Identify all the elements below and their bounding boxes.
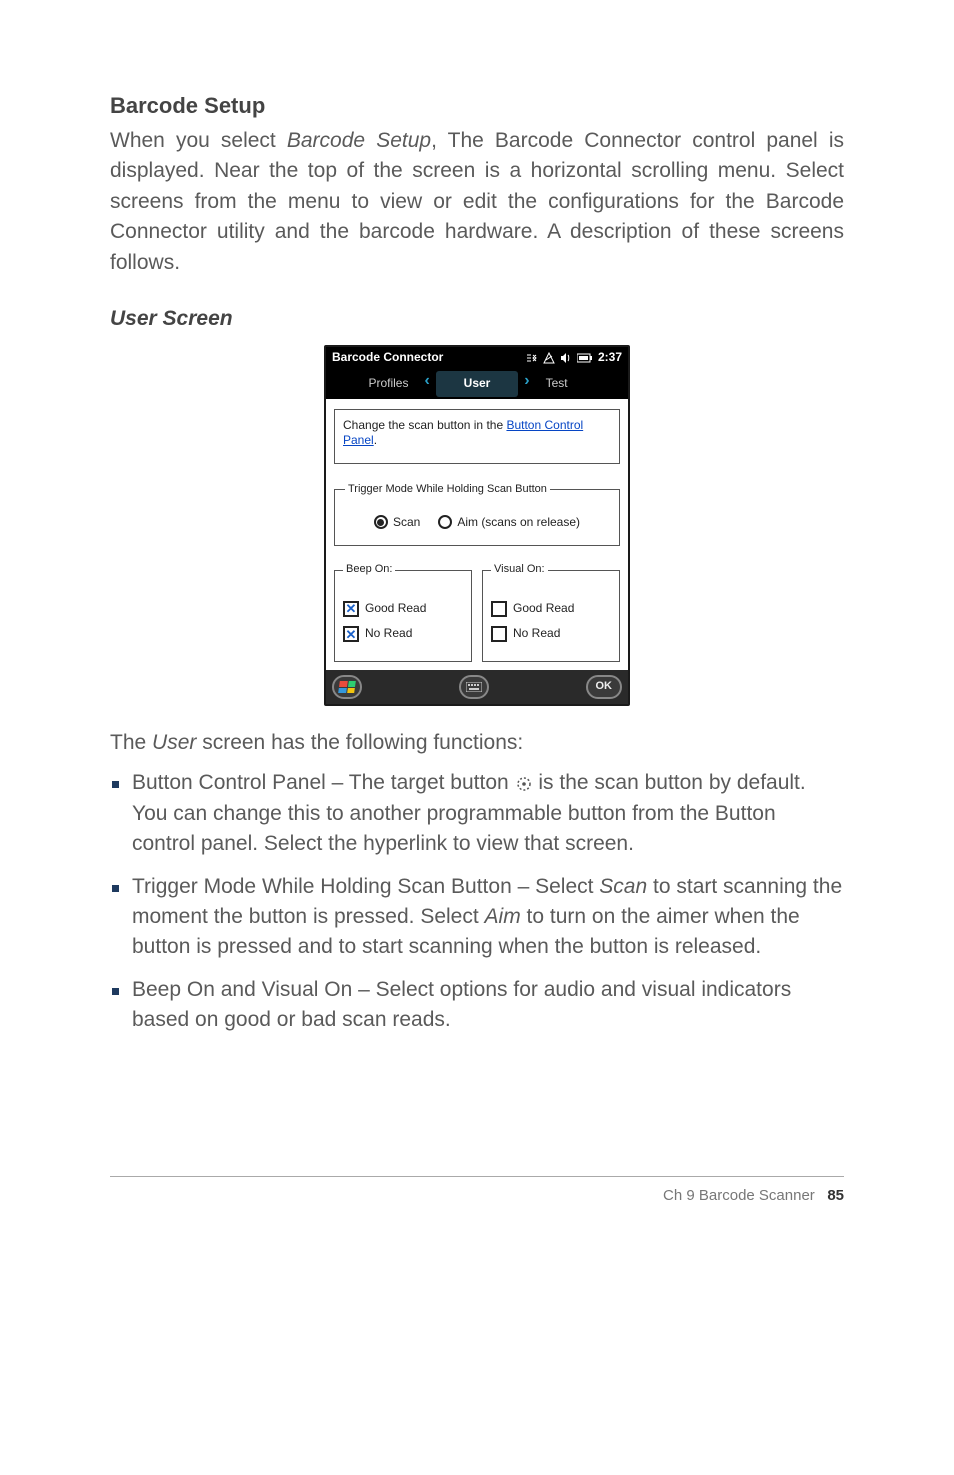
- follow-para: The User screen has the following functi…: [110, 728, 844, 758]
- visual-no-read-label: No Read: [513, 625, 560, 642]
- bullet-list: Button Control Panel – The target button…: [110, 768, 844, 1036]
- visual-on-group: Visual On: Good Read No Read: [482, 562, 620, 662]
- beep-good-read-checkbox[interactable]: ✕ Good Read: [343, 600, 463, 617]
- chevron-right-icon[interactable]: ›: [518, 369, 535, 399]
- follow-italic: User: [152, 731, 196, 754]
- ok-button[interactable]: OK: [586, 675, 623, 699]
- checkbox-checked-icon: ✕: [343, 626, 359, 642]
- visual-no-read-checkbox[interactable]: No Read: [491, 625, 611, 642]
- beep-no-read-label: No Read: [365, 625, 412, 642]
- checkbox-unchecked-icon: [491, 626, 507, 642]
- checkbox-unchecked-icon: [491, 601, 507, 617]
- windows-icon: [338, 681, 356, 693]
- b2-aim: Aim: [485, 905, 521, 928]
- device-body: Change the scan button in the Button Con…: [326, 399, 628, 670]
- radio-aim[interactable]: Aim (scans on release): [438, 514, 580, 531]
- bullet-button-control-panel: Button Control Panel – The target button…: [132, 768, 844, 859]
- trigger-mode-legend: Trigger Mode While Holding Scan Button: [345, 482, 550, 498]
- beep-no-read-checkbox[interactable]: ✕ No Read: [343, 625, 463, 642]
- footer-chapter: Ch 9 Barcode Scanner: [663, 1187, 815, 1204]
- b2-scan: Scan: [599, 875, 647, 898]
- clock-text: 2:37: [598, 349, 622, 366]
- b2-prefix: Trigger Mode While Holding Scan Button –…: [132, 875, 599, 898]
- task-bar: OK: [326, 670, 628, 704]
- radio-scan[interactable]: Scan: [374, 514, 420, 531]
- beep-good-read-label: Good Read: [365, 600, 426, 617]
- beep-on-legend: Beep On:: [343, 562, 395, 578]
- follow-prefix: The: [110, 731, 152, 754]
- intro-italic: Barcode Setup: [287, 129, 431, 152]
- keyboard-icon: [466, 682, 482, 692]
- title-bar: Barcode Connector 2:37: [326, 347, 628, 369]
- intro-para: When you select Barcode Setup, The Barco…: [110, 126, 844, 278]
- nav-profiles[interactable]: Profiles: [326, 369, 418, 399]
- intro-pre: When you select: [110, 129, 287, 152]
- volume-icon: [560, 352, 572, 364]
- subsection-heading: User Screen: [110, 304, 844, 334]
- radio-aim-label: Aim (scans on release): [457, 514, 580, 531]
- footer-page: 85: [827, 1187, 844, 1204]
- visual-on-legend: Visual On:: [491, 562, 548, 578]
- start-button[interactable]: [332, 675, 362, 699]
- page-footer: Ch 9 Barcode Scanner 85: [110, 1176, 844, 1207]
- app-title: Barcode Connector: [332, 349, 443, 366]
- nav-test-label: Test: [546, 375, 568, 392]
- radio-unselected-icon: [438, 515, 452, 529]
- bullet-trigger-mode: Trigger Mode While Holding Scan Button –…: [132, 872, 844, 963]
- radio-scan-label: Scan: [393, 514, 420, 531]
- follow-suffix: screen has the following functions:: [196, 731, 523, 754]
- keyboard-button[interactable]: [459, 675, 489, 699]
- info-text-prefix: Change the scan button in the: [343, 418, 506, 432]
- chevron-left-icon[interactable]: ‹: [418, 369, 435, 399]
- info-box: Change the scan button in the Button Con…: [334, 409, 620, 464]
- battery-icon: [577, 353, 593, 363]
- radio-selected-icon: [374, 515, 388, 529]
- target-icon: [515, 775, 533, 793]
- b1-prefix: Button Control Panel – The target button: [132, 771, 515, 794]
- section-heading: Barcode Setup: [110, 90, 844, 122]
- beep-on-group: Beep On: ✕ Good Read ✕ No Read: [334, 562, 472, 662]
- bullet-beep-visual: Beep On and Visual On – Select options f…: [132, 975, 844, 1036]
- device-screenshot: Barcode Connector 2:37 Profil: [110, 345, 844, 706]
- nav-test[interactable]: Test: [536, 369, 628, 399]
- info-text-suffix: .: [374, 433, 377, 447]
- checkbox-checked-icon: ✕: [343, 601, 359, 617]
- trigger-mode-group: Trigger Mode While Holding Scan Button S…: [334, 482, 620, 546]
- status-icons: 2:37: [526, 349, 622, 366]
- nav-user[interactable]: User: [436, 371, 518, 397]
- visual-good-read-label: Good Read: [513, 600, 574, 617]
- visual-good-read-checkbox[interactable]: Good Read: [491, 600, 611, 617]
- nav-profiles-label: Profiles: [368, 375, 408, 392]
- nav-bar: Profiles ‹ User › Test: [326, 369, 628, 399]
- device-frame: Barcode Connector 2:37 Profil: [324, 345, 630, 706]
- nav-user-label: User: [464, 375, 491, 392]
- signal-icon: [543, 352, 555, 364]
- connectivity-icon: [526, 352, 538, 364]
